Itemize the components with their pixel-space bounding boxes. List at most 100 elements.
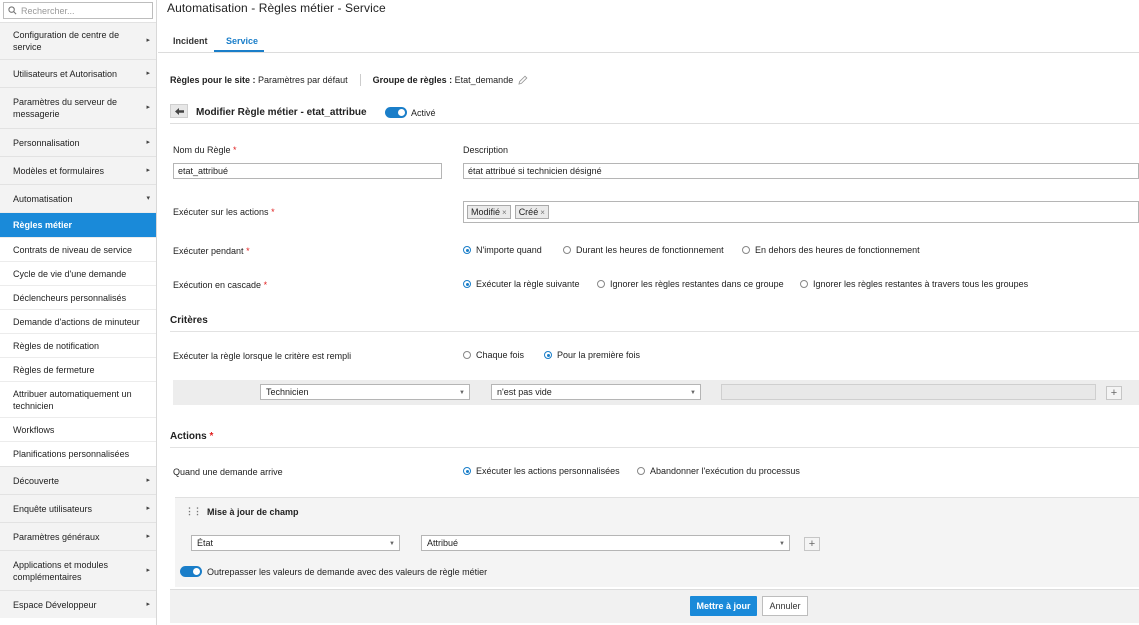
add-criteria-button[interactable]: + (1106, 386, 1122, 400)
drag-handle-icon[interactable]: ⋮⋮ (185, 506, 202, 517)
site-value: Paramètres par défaut (258, 75, 348, 85)
override-toggle[interactable] (180, 566, 202, 577)
add-action-field-button[interactable]: + (804, 537, 820, 551)
sidebar-sub-workflows[interactable]: Workflows (0, 417, 156, 441)
sidebar-sub-auto-assign[interactable]: Attribuer automatiquement un technicien (0, 381, 156, 417)
sidebar-sub-business-rules[interactable]: Règles métier (0, 212, 156, 237)
tabs-bar: Incident Service (158, 28, 1139, 53)
override-label: Outrepasser les valeurs de demande avec … (207, 566, 488, 577)
cascade-label: Exécution en cascade * (173, 280, 267, 290)
required-mark: * (246, 246, 250, 256)
edit-pencil-icon[interactable] (517, 74, 529, 86)
criteria-field-select[interactable]: Technicien ▼ (260, 384, 470, 400)
action-value-select[interactable]: Attribué ▼ (421, 535, 790, 551)
radio-icon (563, 246, 571, 254)
sidebar-item-label: Espace Développeur (13, 599, 97, 610)
search-icon (8, 6, 17, 15)
radio-label: Ignorer les règles restantes dans ce gro… (610, 279, 784, 289)
radio-business-hours[interactable]: Durant les heures de fonctionnement (563, 245, 724, 255)
search-placeholder: Rechercher... (21, 5, 75, 16)
name-label-text: Nom du Règle (173, 145, 231, 155)
chevron-right-icon: ▸ (146, 104, 150, 111)
radio-icon (463, 351, 471, 359)
radio-label: Chaque fois (476, 350, 525, 360)
active-tab-indicator (214, 50, 264, 52)
radio-label: Pour la première fois (557, 350, 641, 360)
radio-label: Exécuter les actions personnalisées (476, 466, 620, 476)
rule-name-input[interactable]: etat_attribué (173, 163, 442, 179)
sidebar-item-survey[interactable]: Enquête utilisateurs ▸ (0, 494, 156, 522)
sidebar-item-general-settings[interactable]: Paramètres généraux ▸ (0, 522, 156, 550)
form-footer: Mettre à jour Annuler (170, 589, 1139, 623)
radio-custom-actions[interactable]: Exécuter les actions personnalisées (463, 466, 620, 476)
search-input[interactable]: Rechercher... (3, 2, 153, 19)
radio-abort-process[interactable]: Abandonner l'exécution du processus (637, 466, 800, 476)
radio-icon (800, 280, 808, 288)
radio-anytime[interactable]: N'importe quand (463, 245, 542, 255)
chevron-right-icon: ▸ (146, 69, 150, 77)
sidebar-sub-lifecycle[interactable]: Cycle de vie d'une demande (0, 261, 156, 285)
sidebar-sub-notification-rules[interactable]: Règles de notification (0, 333, 156, 357)
required-mark: * (233, 145, 237, 155)
sidebar-sub-timer-actions[interactable]: Demande d'actions de minuteur (0, 309, 156, 333)
description-label: Description (463, 145, 509, 155)
actions-heading: Actions * (170, 431, 1139, 448)
sidebar-item-users[interactable]: Utilisateurs et Autorisation ▸ (0, 59, 156, 87)
actions-multiselect[interactable]: Modifié × Créé × (463, 201, 1139, 223)
section-header: Modifier Règle métier - etat_attribue Ac… (170, 103, 1139, 124)
chevron-right-icon: ▸ (146, 532, 150, 540)
sidebar-item-label: Automatisation (13, 193, 73, 204)
sidebar-item-discovery[interactable]: Découverte ▸ (0, 466, 156, 494)
active-toggle[interactable] (385, 107, 407, 118)
radio-outside-hours[interactable]: En dehors des heures de fonctionnement (742, 245, 920, 255)
sidebar-item-apps-addons[interactable]: Applications et modules complémentaires … (0, 550, 156, 590)
tag-created: Créé × (514, 205, 549, 219)
sidebar-item-customization[interactable]: Personnalisation ▸ (0, 128, 156, 156)
radio-icon (742, 246, 750, 254)
field-update-panel: ⋮⋮ Mise à jour de champ État ▼ Attribué … (175, 497, 1139, 587)
sidebar-sub-closure-rules[interactable]: Règles de fermeture (0, 357, 156, 381)
radio-first-time[interactable]: Pour la première fois (544, 350, 640, 360)
override-toggle-row: Outrepasser les valeurs de demande avec … (180, 566, 487, 577)
divider (359, 74, 361, 86)
sidebar: Rechercher... Configuration de centre de… (0, 0, 157, 625)
sidebar-item-automation[interactable]: Automatisation ▾ (0, 184, 156, 212)
chevron-down-icon: ▾ (146, 194, 150, 202)
radio-ignore-group[interactable]: Ignorer les règles restantes dans ce gro… (597, 279, 784, 289)
sidebar-sub-label: Contrats de niveau de service (13, 244, 133, 255)
radio-selected-icon (463, 467, 471, 475)
sidebar-item-developer-space[interactable]: Espace Développeur ▸ (0, 590, 156, 618)
cancel-button[interactable]: Annuler (762, 596, 808, 616)
sidebar-item-label: Modèles et formulaires (13, 165, 105, 176)
chevron-down-icon: ▼ (389, 541, 395, 547)
sidebar-sub-label: Attribuer automatiquement un technicien (13, 388, 132, 411)
radio-ignore-all[interactable]: Ignorer les règles restantes à travers t… (800, 279, 1028, 289)
criteria-operator-select[interactable]: n'est pas vide ▼ (491, 384, 701, 400)
radio-label: N'importe quand (476, 245, 542, 255)
select-value: n'est pas vide (497, 387, 552, 397)
sidebar-item-label: Paramètres généraux (13, 531, 100, 542)
back-button[interactable] (170, 104, 188, 118)
exec-actions-label-text: Exécuter sur les actions (173, 207, 269, 217)
radio-next-rule[interactable]: Exécuter la règle suivante (463, 279, 580, 289)
update-button[interactable]: Mettre à jour (690, 596, 757, 616)
tab-service[interactable]: Service (226, 36, 258, 46)
description-input[interactable]: état attribué si technicien désigné (463, 163, 1139, 179)
page-title: Automatisation - Règles métier - Service (167, 1, 386, 15)
select-value: État (197, 538, 214, 548)
radio-every-time[interactable]: Chaque fois (463, 350, 524, 360)
sidebar-item-mail-server[interactable]: Paramètres du serveur de messagerie ▸ (0, 87, 156, 128)
remove-tag-icon[interactable]: × (502, 208, 507, 217)
sidebar-sub-label: Cycle de vie d'une demande (13, 268, 127, 279)
select-value: Attribué (427, 538, 459, 548)
sidebar-sub-label: Déclencheurs personnalisés (13, 292, 127, 303)
remove-tag-icon[interactable]: × (540, 208, 545, 217)
exec-during-label-text: Exécuter pendant (173, 246, 244, 256)
sidebar-sub-custom-schedules[interactable]: Planifications personnalisées (0, 441, 156, 466)
sidebar-sub-custom-triggers[interactable]: Déclencheurs personnalisés (0, 285, 156, 309)
tab-incident[interactable]: Incident (173, 36, 208, 46)
sidebar-item-configuration[interactable]: Configuration de centre de service ▸ (0, 22, 156, 59)
sidebar-item-templates[interactable]: Modèles et formulaires ▸ (0, 156, 156, 184)
sidebar-sub-sla[interactable]: Contrats de niveau de service (0, 237, 156, 261)
action-field-select[interactable]: État ▼ (191, 535, 400, 551)
